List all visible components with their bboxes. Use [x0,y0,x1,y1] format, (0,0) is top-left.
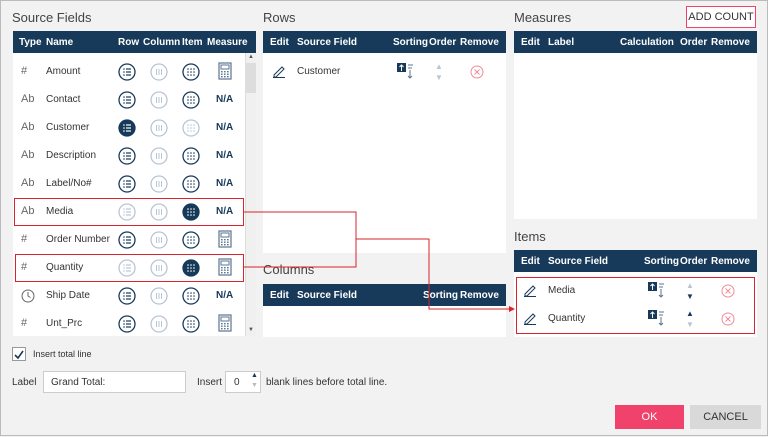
ok-button[interactable]: OK [615,405,684,429]
blank-lines-value: 0 [234,377,240,388]
insert-label: Insert [197,377,223,388]
cancel-button[interactable]: CANCEL [690,405,761,429]
increment-icon[interactable]: ▲ [251,372,258,379]
insert-total-label: Insert total line [33,349,92,359]
arrow-icon [509,306,515,312]
blank-lines-stepper[interactable]: 0 ▲ ▼ [225,371,261,393]
blank-lines-suffix: blank lines before total line. [266,377,388,388]
label-input[interactable]: Grand Total: [43,371,186,393]
label-label: Label [12,377,37,388]
insert-total-checkbox[interactable] [12,347,26,361]
checkmark-icon [14,350,24,360]
decrement-icon[interactable]: ▼ [251,382,258,389]
